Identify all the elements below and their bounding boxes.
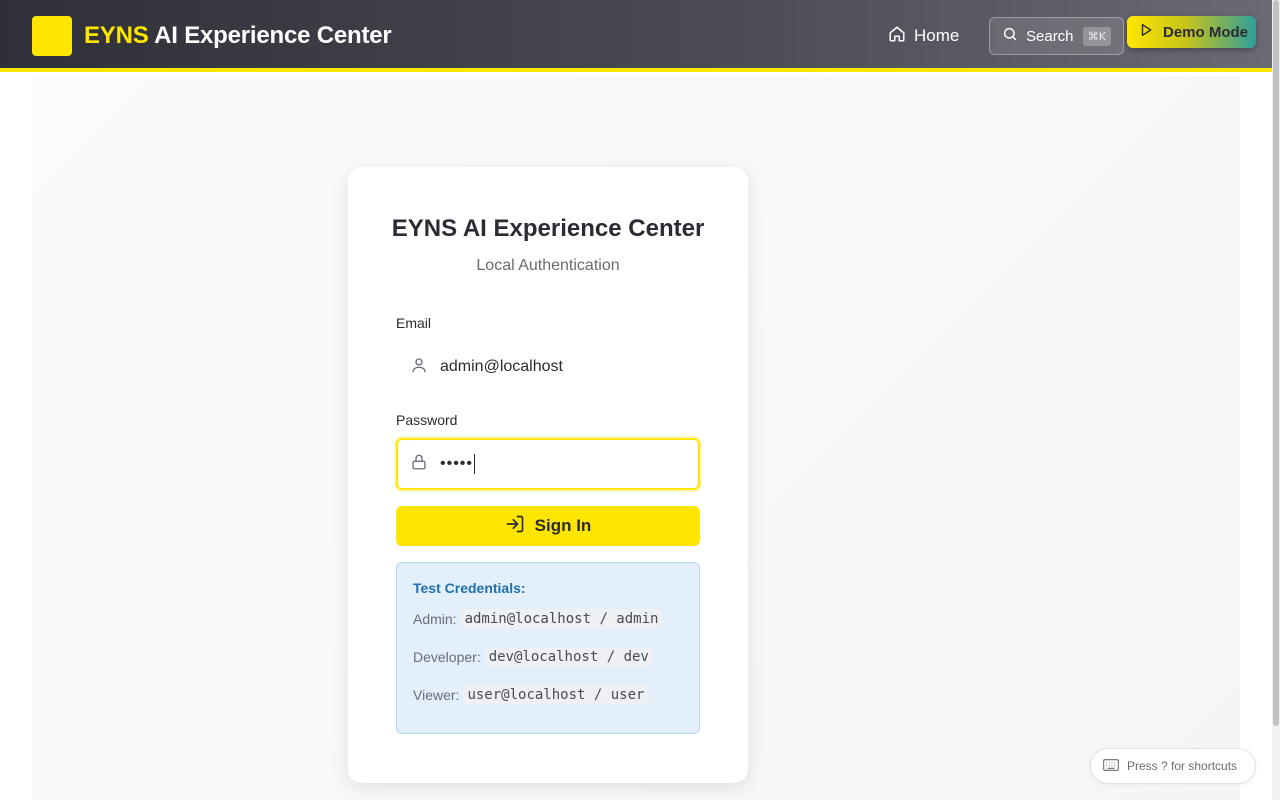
credential-role: Developer: (413, 649, 481, 665)
home-icon (888, 25, 906, 48)
search-shortcut-badge: ⌘K (1082, 26, 1111, 46)
user-icon (410, 356, 428, 379)
search-button[interactable]: Search ⌘K (989, 17, 1124, 55)
sign-in-label: Sign In (534, 516, 592, 535)
demo-mode-button[interactable]: Demo Mode (1127, 16, 1256, 48)
shortcuts-hint-button[interactable]: Press ? for shortcuts (1090, 748, 1256, 784)
login-title: EYNS AI Experience Center (391, 215, 705, 242)
password-field[interactable]: ••••• (396, 438, 700, 490)
sign-in-button[interactable]: Sign In (396, 506, 700, 546)
brand-accent: EYNS (84, 22, 149, 49)
sign-in-icon (505, 514, 525, 539)
password-value: ••••• (440, 454, 476, 474)
credential-row-admin: Admin: admin@localhost / admin (413, 609, 663, 629)
login-subtitle: Local Authentication (476, 257, 620, 274)
logo[interactable] (32, 16, 72, 56)
email-value: admin@localhost (440, 358, 563, 375)
search-label: Search (1026, 27, 1074, 45)
test-credentials-panel: Test Credentials: Admin: admin@localhost… (396, 562, 700, 734)
shortcuts-hint-label: Press ? for shortcuts (1127, 759, 1238, 773)
credential-role: Viewer: (413, 687, 460, 703)
brand-rest: AI Experience Center (148, 22, 392, 49)
nav-home-label: Home (914, 26, 960, 45)
nav-home-link[interactable]: Home (888, 24, 959, 48)
page-scrollbar[interactable] (1272, 0, 1280, 800)
credential-value: user@localhost / user (463, 685, 649, 705)
lock-icon (410, 452, 428, 477)
credential-row-viewer: Viewer: user@localhost / user (413, 685, 649, 705)
credential-value: admin@localhost / admin (460, 609, 663, 629)
password-label: Password (396, 412, 458, 428)
email-field[interactable]: admin@localhost (396, 343, 700, 391)
play-icon (1139, 23, 1153, 41)
credential-row-developer: Developer: dev@localhost / dev (413, 647, 653, 667)
brand-title[interactable]: EYNS AI Experience Center (84, 22, 392, 50)
search-icon (1002, 26, 1018, 46)
email-label: Email (396, 315, 432, 331)
credential-role: Admin: (413, 611, 457, 627)
test-credentials-title: Test Credentials: (413, 580, 526, 596)
scrollbar-thumb[interactable] (1273, 0, 1279, 726)
login-card: EYNS AI Experience Center Local Authenti… (348, 167, 748, 783)
credential-value: dev@localhost / dev (484, 647, 653, 667)
keyboard-icon (1103, 758, 1119, 774)
top-navigation-bar: EYNS AI Experience Center Home Search ⌘K… (0, 0, 1272, 72)
demo-mode-label: Demo Mode (1163, 23, 1249, 41)
